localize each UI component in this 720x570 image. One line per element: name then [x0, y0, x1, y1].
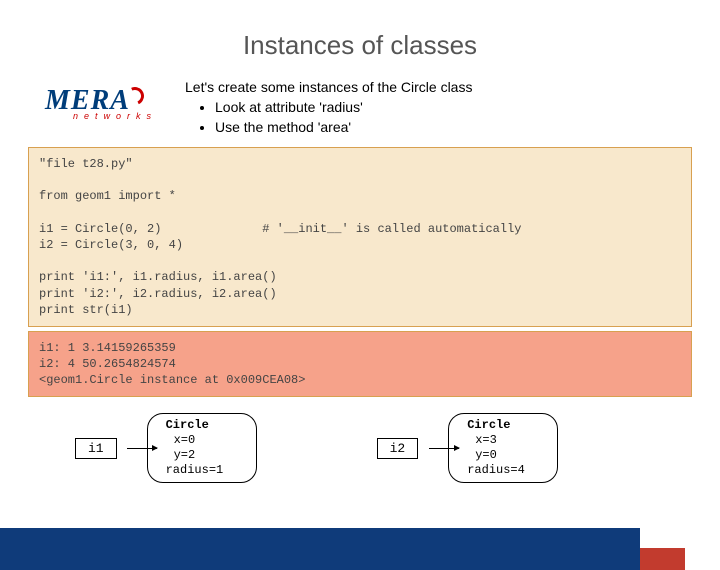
- attr: y=2: [174, 448, 244, 463]
- page-title: Instances of classes: [0, 30, 720, 61]
- class-name: Circle: [166, 418, 244, 433]
- code-output: i1: 1 3.14159265359 i2: 4 50.2654824574 …: [28, 331, 692, 398]
- circle-object: Circle x=3 y=0 radius=4: [448, 413, 558, 483]
- logo-subtext: networks: [73, 111, 185, 121]
- bullet-sub: Look at attribute 'radius': [215, 99, 720, 115]
- logo: MERA networks: [45, 85, 185, 121]
- arrow-icon: [429, 448, 459, 449]
- arrow-icon: [127, 448, 157, 449]
- object-diagram: i2 Circle x=3 y=0 radius=4: [377, 413, 559, 483]
- attr: radius=4: [467, 463, 545, 478]
- var-label: i1: [75, 438, 117, 459]
- object-diagram: i1 Circle x=0 y=2 radius=1: [75, 413, 257, 483]
- bullet-sub: Use the method 'area': [215, 119, 720, 135]
- attr: x=0: [174, 433, 244, 448]
- class-name: Circle: [467, 418, 545, 433]
- attr: y=0: [475, 448, 545, 463]
- footer-accent: [640, 548, 685, 570]
- circle-object: Circle x=0 y=2 radius=1: [147, 413, 257, 483]
- diagram: i1 Circle x=0 y=2 radius=1 i2 Circle x=3…: [75, 413, 720, 483]
- var-label: i2: [377, 438, 419, 459]
- bullet-main: Let's create some instances of the Circl…: [185, 79, 720, 95]
- bullet-list: Let's create some instances of the Circl…: [185, 79, 720, 135]
- footer-bar: [0, 528, 640, 570]
- attr: radius=1: [166, 463, 244, 478]
- attr: x=3: [475, 433, 545, 448]
- code-source: "file t28.py" from geom1 import * i1 = C…: [28, 147, 692, 327]
